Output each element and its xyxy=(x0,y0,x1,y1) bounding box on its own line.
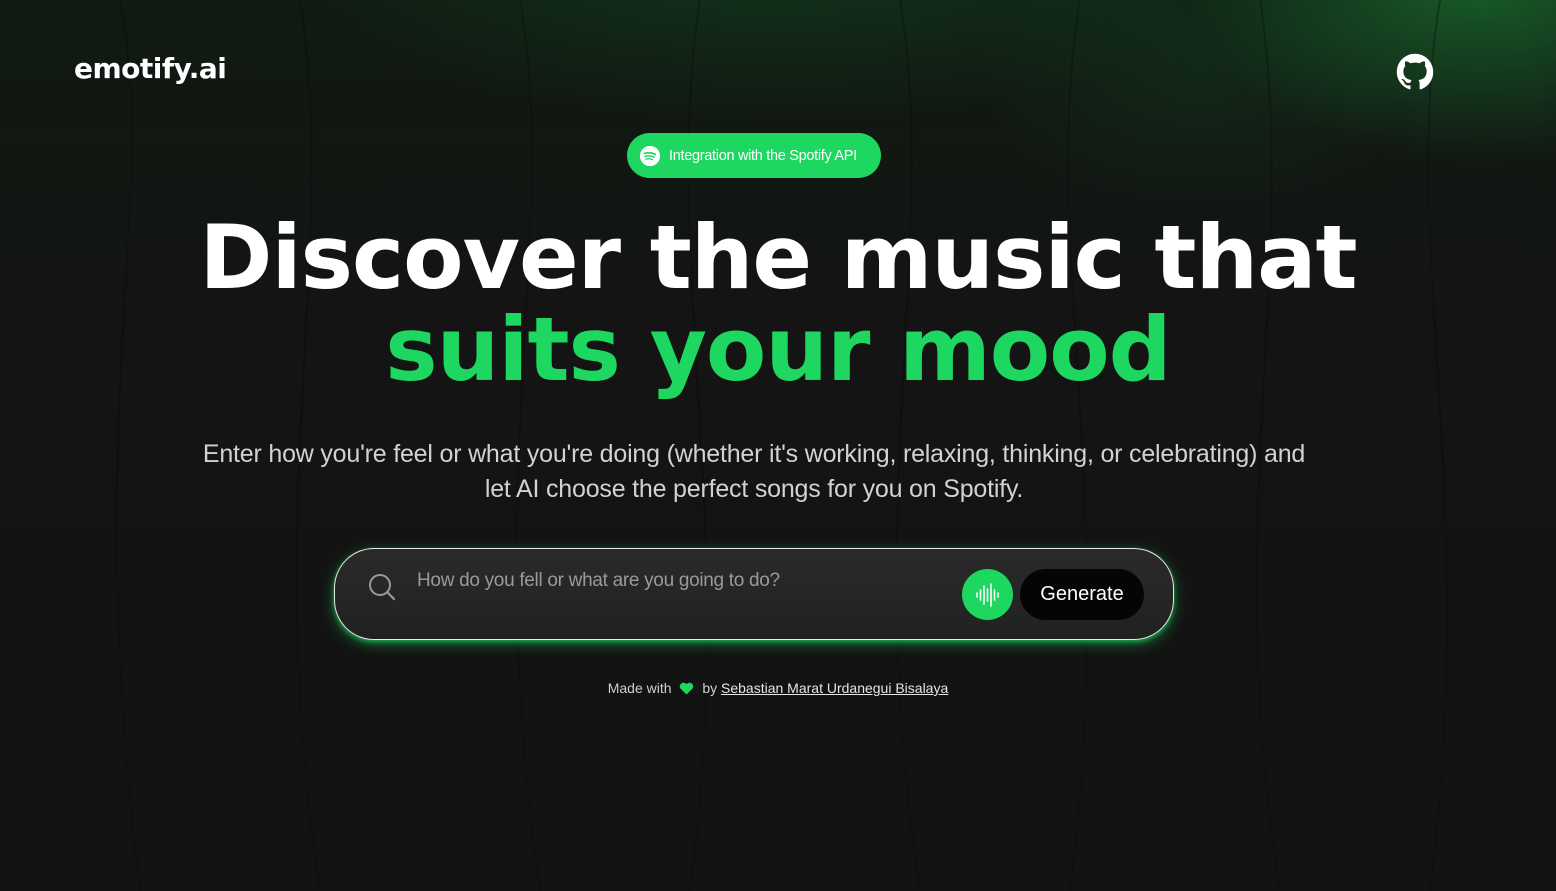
heart-icon xyxy=(680,682,694,695)
footer-made-with: Made with xyxy=(607,680,672,696)
footer-by: by xyxy=(702,680,718,696)
page: emotify.ai Integration with the Spotify … xyxy=(0,0,1556,891)
headline-line-2: suits your mood xyxy=(385,298,1171,401)
spotify-integration-badge[interactable]: Integration with the Spotify API xyxy=(627,133,881,178)
hero-headline: Discover the music that suits your mood xyxy=(0,212,1556,396)
search-icon xyxy=(369,574,396,601)
headline-line-1: Discover the music that xyxy=(199,206,1357,309)
generate-button[interactable]: Generate xyxy=(1020,569,1144,620)
badge-label: Integration with the Spotify API xyxy=(669,147,857,164)
voice-input-button[interactable] xyxy=(962,569,1013,620)
author-link[interactable]: Sebastian Marat Urdanegui Bisalaya xyxy=(721,680,948,696)
mood-search-input[interactable] xyxy=(415,563,939,599)
mood-search-bar: Generate xyxy=(334,548,1174,640)
footer-credit: Made with by Sebastian Marat Urdanegui B… xyxy=(0,680,1556,696)
github-icon[interactable] xyxy=(1396,53,1434,91)
hero-description: Enter how you're feel or what you're doi… xyxy=(202,440,1306,503)
waveform-icon xyxy=(975,582,999,607)
spotify-icon xyxy=(639,145,661,166)
logo[interactable]: emotify.ai xyxy=(74,52,227,85)
